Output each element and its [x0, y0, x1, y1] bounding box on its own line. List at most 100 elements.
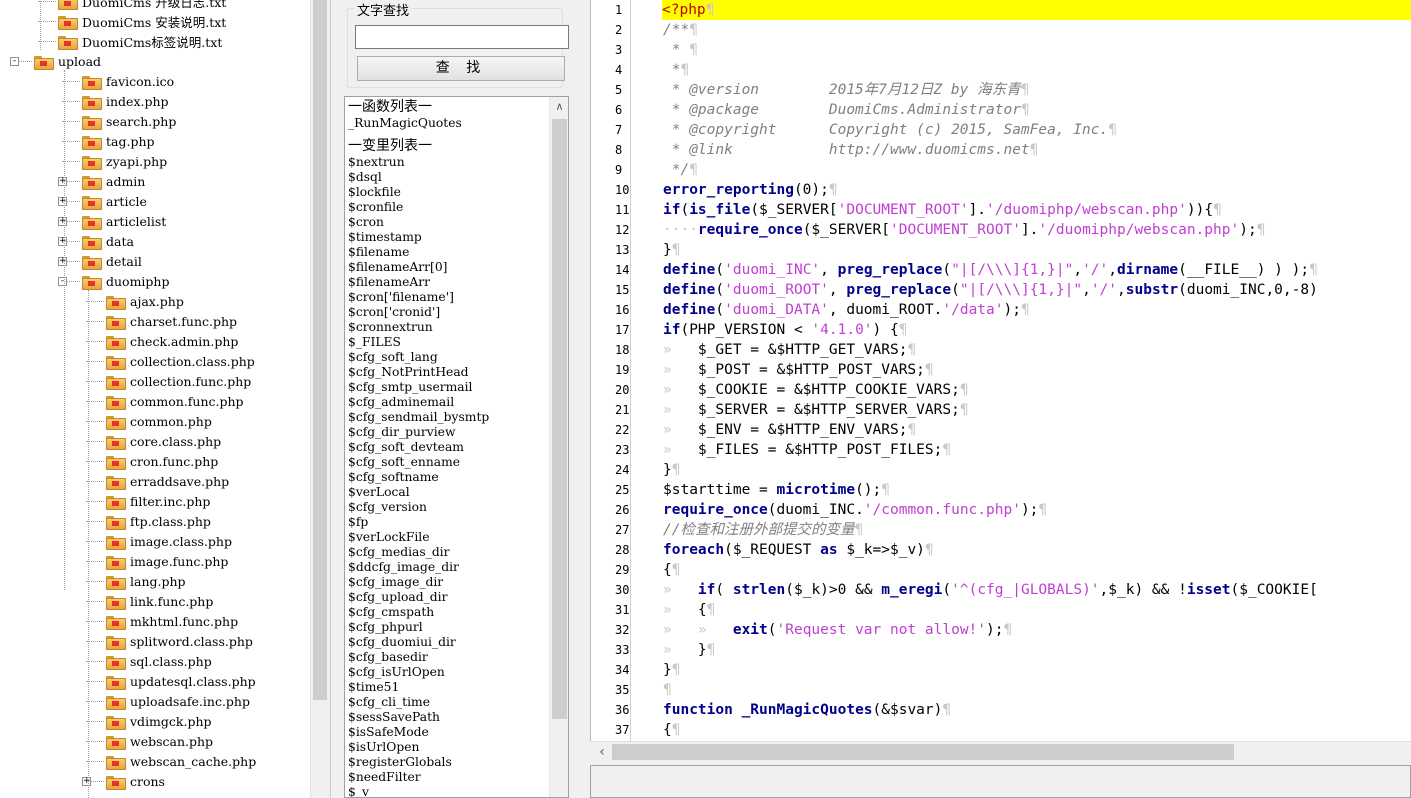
code-line[interactable]: {¶ [663, 720, 1411, 740]
tree-item[interactable]: image.class.php [106, 531, 232, 551]
code-line[interactable]: }¶ [663, 660, 1411, 680]
variable-item[interactable]: $filenameArr[0] [348, 260, 489, 275]
code-line[interactable]: » $_COOKIE = &$HTTP_COOKIE_VARS;¶ [663, 380, 1411, 400]
tree-item[interactable]: detail [82, 251, 142, 271]
variable-item[interactable]: $cfg_soft_devteam [348, 440, 489, 455]
tree-item[interactable]: collection.func.php [106, 371, 251, 391]
code-line[interactable]: require_once(duomi_INC.'/common.func.php… [663, 500, 1411, 520]
tree-item[interactable]: mkhtml.func.php [106, 611, 238, 631]
tree-item[interactable]: index.php [82, 91, 169, 111]
variable-item[interactable]: $cfg_soft_lang [348, 350, 489, 365]
tree-vertical-scrollbar[interactable] [310, 0, 328, 798]
file-tree[interactable]: DuomiCms 升级日志.txt DuomiCms 安装说明.txt DuomiC… [0, 0, 310, 798]
tree-item[interactable]: lang.php [106, 571, 186, 591]
tree-item[interactable]: upload [34, 51, 101, 71]
variable-item[interactable]: $cfg_sendmail_bysmtp [348, 410, 489, 425]
variable-item[interactable]: $cfg_duomiui_dir [348, 635, 489, 650]
scroll-up-arrow-icon[interactable]: ∧ [550, 97, 568, 117]
tree-item[interactable]: zyapi.php [82, 151, 167, 171]
tree-item[interactable]: articlelist [82, 211, 166, 231]
variable-item[interactable]: $sessSavePath [348, 710, 489, 725]
variable-item[interactable]: $cfg_soft_enname [348, 455, 489, 470]
code-line[interactable]: » $_FILES = &$HTTP_POST_FILES;¶ [663, 440, 1411, 460]
tree-item[interactable]: duomiphp [82, 271, 169, 291]
variable-item[interactable]: $verLocal [348, 485, 489, 500]
code-line[interactable]: *¶ [663, 60, 1411, 80]
code-line[interactable]: foreach($_REQUEST as $_k=>$_v)¶ [663, 540, 1411, 560]
variable-item[interactable]: $cfg_basedir [348, 650, 489, 665]
variable-item[interactable]: $nextrun [348, 155, 489, 170]
code-editor[interactable]: 1 2 3 4 5 6 7 8 9 10 11 12 13 14 15 16 17 18 19 20 21 22 23 24 2… [590, 0, 1411, 745]
tree-item[interactable]: cron.func.php [106, 451, 218, 471]
symbol-list[interactable]: 一函数列表一 _RunMagicQuotes 一变里列表一 $nextrun $dsql… [344, 96, 569, 798]
expand-icon[interactable]: + [58, 177, 67, 186]
tree-item[interactable]: crons [106, 771, 165, 791]
code-line[interactable]: define('duomi_ROOT', preg_replace("|[/\\… [663, 280, 1411, 300]
symbol-list-scrollbar-thumb[interactable] [552, 119, 567, 719]
collapse-icon[interactable]: - [10, 57, 19, 66]
tree-item[interactable]: image.func.php [106, 551, 228, 571]
expand-icon[interactable]: + [58, 217, 67, 226]
tree-item[interactable]: collection.class.php [106, 351, 255, 371]
tree-item[interactable]: core.class.php [106, 431, 221, 451]
code-line[interactable]: * @package DuomiCms.Administrator¶ [663, 100, 1411, 120]
code-line[interactable]: » {¶ [663, 600, 1411, 620]
variable-item[interactable]: $lockfile [348, 185, 489, 200]
code-line[interactable]: » $_SERVER = &$HTTP_SERVER_VARS;¶ [663, 400, 1411, 420]
code-line[interactable]: define('duomi_INC', preg_replace("|[/\\\… [663, 260, 1411, 280]
variable-item[interactable]: $dsql [348, 170, 489, 185]
code-line[interactable]: » $_GET = &$HTTP_GET_VARS;¶ [663, 340, 1411, 360]
variable-item[interactable]: $_v [348, 785, 489, 797]
variable-item[interactable]: $cronfile [348, 200, 489, 215]
expand-icon[interactable]: + [58, 197, 67, 206]
editor-hscroll-thumb[interactable] [612, 744, 1234, 760]
tree-item[interactable]: filter.inc.php [106, 491, 210, 511]
code-line[interactable]: » » exit('Request var not allow!');¶ [663, 620, 1411, 640]
variable-item[interactable]: $time51 [348, 680, 489, 695]
code-line[interactable]: function _RunMagicQuotes(&$svar)¶ [663, 700, 1411, 720]
code-line[interactable]: * ¶ [663, 40, 1411, 60]
code-line[interactable]: //检查和注册外部提交的变量¶ [663, 520, 1411, 540]
code-line[interactable]: » }¶ [663, 640, 1411, 660]
variable-item[interactable]: $verLockFile [348, 530, 489, 545]
code-line[interactable]: if(PHP_VERSION < '4.1.0') {¶ [663, 320, 1411, 340]
variable-item[interactable]: $registerGlobals [348, 755, 489, 770]
variable-item[interactable]: $cronnextrun [348, 320, 489, 335]
variable-item[interactable]: $cfg_isUrlOpen [348, 665, 489, 680]
code-line[interactable]: $starttime = microtime();¶ [663, 480, 1411, 500]
tree-item[interactable]: common.func.php [106, 391, 244, 411]
variable-item[interactable]: $timestamp [348, 230, 489, 245]
tree-item[interactable]: DuomiCms标签说明.txt [58, 31, 222, 51]
tree-item[interactable]: sql.class.php [106, 651, 212, 671]
tree-item[interactable]: uploadsafe.inc.php [106, 691, 250, 711]
code-line[interactable]: }¶ [663, 240, 1411, 260]
code-line[interactable]: {¶ [663, 560, 1411, 580]
variable-item[interactable]: $cron['filename'] [348, 290, 489, 305]
variable-item[interactable]: $cron [348, 215, 489, 230]
expand-icon[interactable]: + [58, 257, 67, 266]
variable-item[interactable]: $cfg_version [348, 500, 489, 515]
expand-icon[interactable]: + [58, 237, 67, 246]
variable-item[interactable]: $cfg_cmspath [348, 605, 489, 620]
code-line[interactable]: ····require_once($_SERVER['DOCUMENT_ROOT… [663, 220, 1411, 240]
tree-item[interactable]: charset.func.php [106, 311, 237, 331]
variable-item[interactable]: $needFilter [348, 770, 489, 785]
variable-item[interactable]: $cfg_NotPrintHead [348, 365, 489, 380]
code-line[interactable]: /**¶ [663, 20, 1411, 40]
variable-item[interactable]: $cfg_softname [348, 470, 489, 485]
variable-item[interactable]: $_FILES [348, 335, 489, 350]
variable-item[interactable]: $isSafeMode [348, 725, 489, 740]
variable-item[interactable]: $cfg_image_dir [348, 575, 489, 590]
variable-item[interactable]: $cron['cronid'] [348, 305, 489, 320]
tree-item[interactable]: article [82, 191, 147, 211]
function-item[interactable]: _RunMagicQuotes [348, 116, 489, 131]
tree-item[interactable]: ftp.class.php [106, 511, 211, 531]
tree-item[interactable]: updatesql.class.php [106, 671, 256, 691]
tree-item[interactable]: webscan.php [106, 731, 213, 751]
code-line[interactable]: » $_POST = &$HTTP_POST_VARS;¶ [663, 360, 1411, 380]
code-line[interactable]: * @link http://www.duomicms.net¶ [663, 140, 1411, 160]
symbol-list-scrollbar[interactable]: ∧ [549, 97, 568, 797]
code-line[interactable]: error_reporting(0);¶ [663, 180, 1411, 200]
scroll-left-arrow-icon[interactable]: ‹ [594, 742, 610, 762]
code-line[interactable]: » if( strlen($_k)>0 && m_eregi('^(cfg_|G… [663, 580, 1411, 600]
